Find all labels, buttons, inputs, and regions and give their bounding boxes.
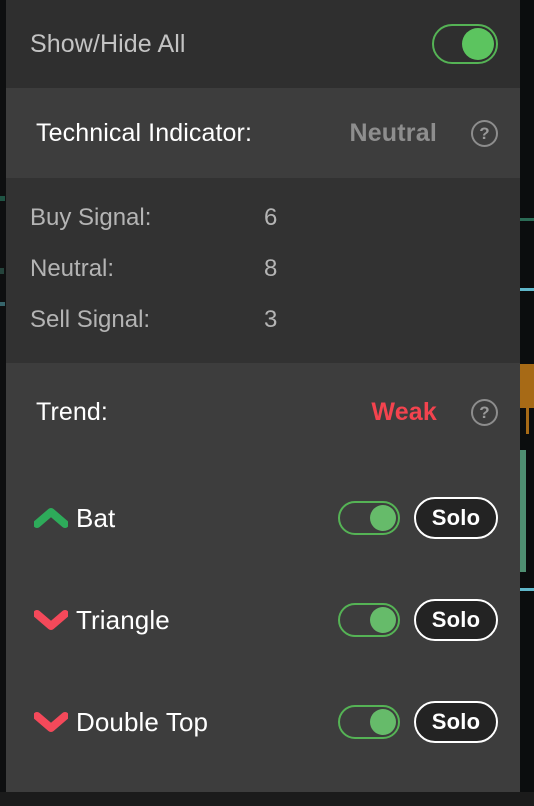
stat-row: Sell Signal: 3 <box>6 294 520 345</box>
stat-value: 3 <box>264 305 278 333</box>
question-mark-circle-icon[interactable]: ? <box>471 119 498 147</box>
indicator-panel-screen: Show/Hide All Technical Indicator: Neutr… <box>0 0 534 806</box>
backdrop-mark <box>520 588 534 591</box>
backdrop-candle-wick <box>526 408 529 434</box>
pattern-visibility-toggle[interactable] <box>338 603 400 637</box>
stat-value: 6 <box>264 203 278 231</box>
stat-row: Buy Signal: 6 <box>6 192 520 243</box>
pattern-row-bat[interactable]: Bat Solo <box>6 467 520 569</box>
toggle-knob <box>370 709 396 735</box>
technical-indicator-label: Technical Indicator: <box>36 118 253 147</box>
backdrop-candle-body <box>520 364 534 408</box>
pattern-row-triangle[interactable]: Triangle Solo <box>6 569 520 671</box>
backdrop-mark <box>520 218 534 221</box>
panel-bottom-filler <box>6 773 520 792</box>
trend-row: Trend: Weak ? <box>6 363 520 461</box>
show-hide-all-label: Show/Hide All <box>30 29 186 58</box>
toggle-knob <box>370 505 396 531</box>
toggle-knob <box>462 28 494 60</box>
stat-label: Neutral: <box>30 254 115 282</box>
technical-indicator-row: Technical Indicator: Neutral ? <box>6 88 520 178</box>
question-mark-circle-icon[interactable]: ? <box>471 398 498 426</box>
pattern-visibility-toggle[interactable] <box>338 501 400 535</box>
trend-label: Trend: <box>36 397 108 426</box>
patterns-panel: Show/Hide All Technical Indicator: Neutr… <box>6 0 520 792</box>
solo-button[interactable]: Solo <box>414 701 498 743</box>
solo-button[interactable]: Solo <box>414 599 498 641</box>
show-hide-all-row: Show/Hide All <box>6 0 520 88</box>
solo-button[interactable]: Solo <box>414 497 498 539</box>
pattern-name: Bat <box>76 502 116 533</box>
stat-value: 8 <box>264 254 278 282</box>
chevron-down-icon <box>34 610 68 630</box>
chevron-up-icon <box>34 508 68 528</box>
technical-indicator-value: Neutral <box>349 118 437 147</box>
show-hide-all-toggle[interactable] <box>432 24 498 64</box>
backdrop-mark <box>520 288 534 291</box>
toggle-knob <box>370 607 396 633</box>
signal-stats-list: Buy Signal: 6 Neutral: 8 Sell Signal: 3 <box>6 178 520 363</box>
trend-value: Weak <box>371 397 437 426</box>
pattern-name: Double Top <box>76 706 209 737</box>
stat-row: Neutral: 8 <box>6 243 520 294</box>
stat-label: Sell Signal: <box>30 305 151 333</box>
pattern-visibility-toggle[interactable] <box>338 705 400 739</box>
stat-label: Buy Signal: <box>30 203 152 231</box>
pattern-name: Triangle <box>76 604 170 635</box>
pattern-row-double-top[interactable]: Double Top Solo <box>6 671 520 773</box>
bottom-strip <box>0 792 534 806</box>
pattern-list: Bat Solo Triangle Solo Double Top Solo <box>6 461 520 792</box>
chevron-down-icon <box>34 712 68 732</box>
backdrop-candle-body <box>520 450 526 572</box>
